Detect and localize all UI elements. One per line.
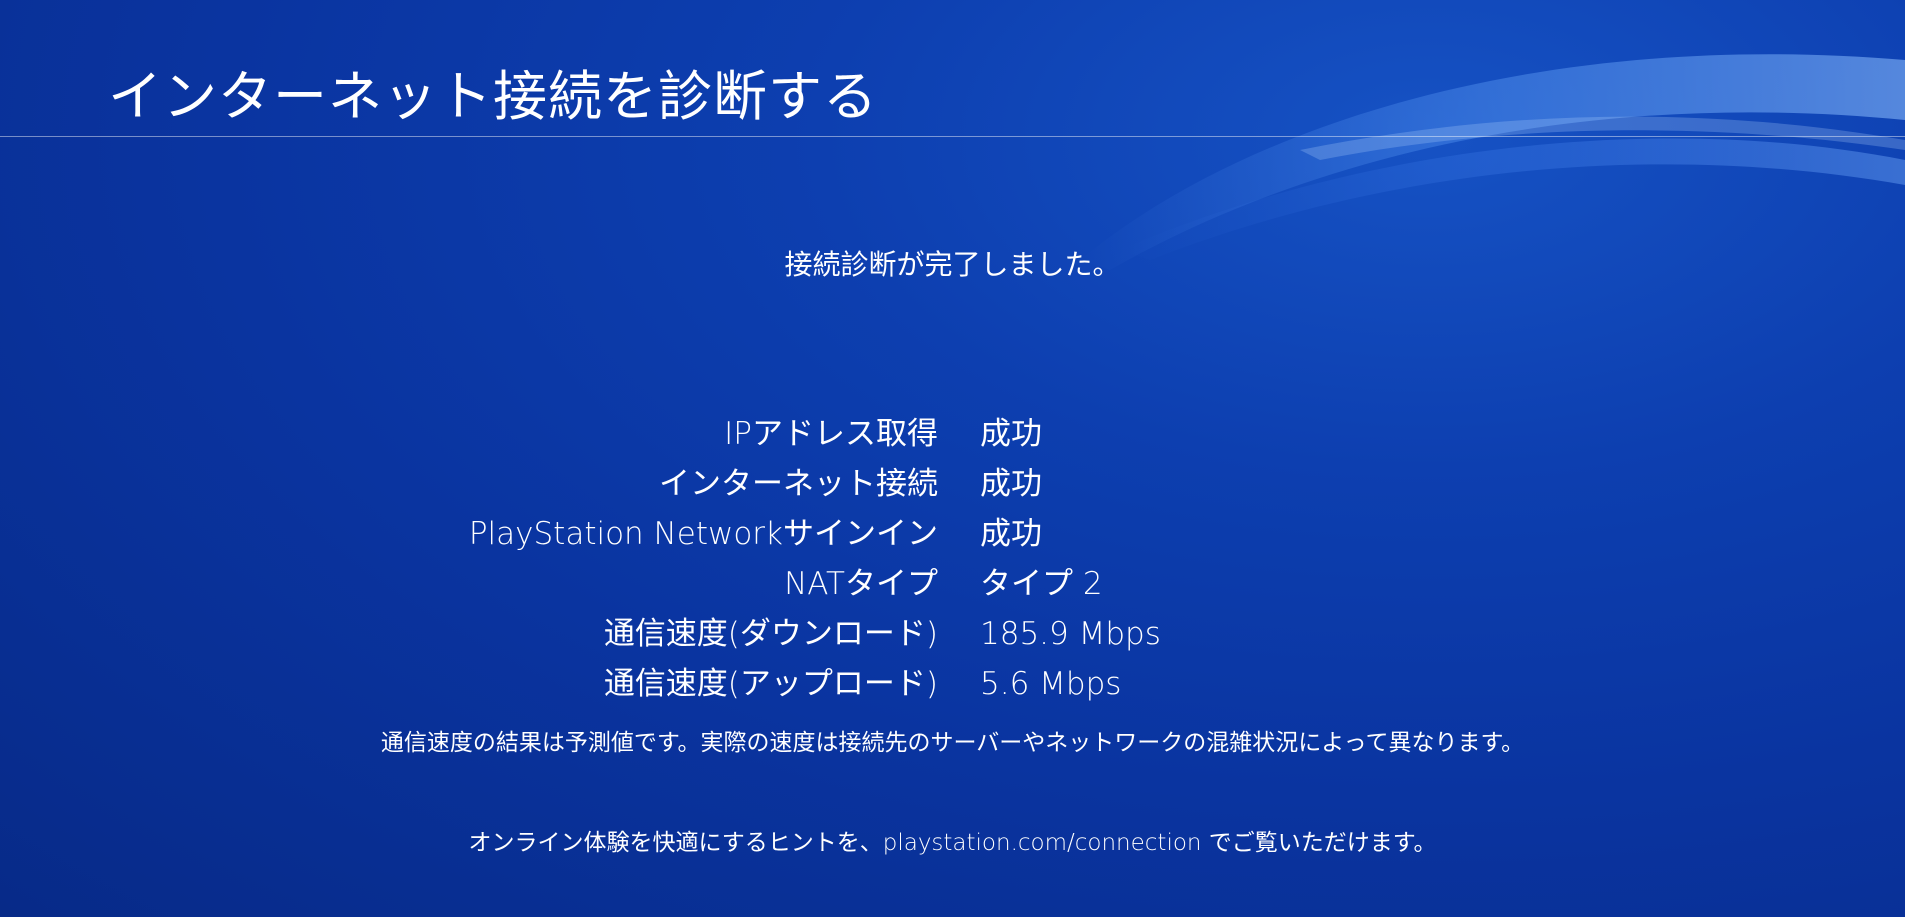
result-row-internet-connection: インターネット接続 成功 — [0, 459, 1905, 509]
result-row-ip-address: IPアドレス取得 成功 — [0, 409, 1905, 459]
result-label: IPアドレス取得 — [724, 416, 938, 452]
result-label: インターネット接続 — [659, 466, 938, 502]
connection-hint: オンライン体験を快適にするヒントを、playstation.com/connec… — [468, 830, 1437, 856]
result-label: NATタイプ — [784, 566, 938, 602]
result-value: 成功 — [980, 416, 1042, 452]
results-table: IPアドレス取得 成功 インターネット接続 成功 PlayStation Net… — [0, 409, 1905, 709]
speed-disclaimer: 通信速度の結果は予測値です。実際の速度は接続先のサーバーやネットワークの混雑状況… — [380, 730, 1525, 756]
result-label: PlayStation Networkサインイン — [468, 516, 938, 552]
result-row-nat-type: NATタイプ タイプ 2 — [0, 559, 1905, 609]
result-label: 通信速度(ダウンロード) — [603, 616, 938, 652]
result-value: 成功 — [980, 516, 1042, 552]
result-label: 通信速度(アップロード) — [603, 666, 938, 702]
result-value: 5.6 Mbps — [980, 666, 1122, 702]
result-row-psn-signin: PlayStation Networkサインイン 成功 — [0, 509, 1905, 559]
result-value: タイプ 2 — [980, 566, 1103, 602]
result-row-upload-speed: 通信速度(アップロード) 5.6 Mbps — [0, 659, 1905, 709]
result-row-download-speed: 通信速度(ダウンロード) 185.9 Mbps — [0, 609, 1905, 659]
page-title: インターネット接続を診断する — [108, 65, 878, 128]
header-bar: インターネット接続を診断する — [0, 0, 1905, 137]
status-message: 接続診断が完了しました。 — [784, 248, 1121, 281]
result-value: 185.9 Mbps — [980, 616, 1161, 652]
result-value: 成功 — [980, 466, 1042, 502]
